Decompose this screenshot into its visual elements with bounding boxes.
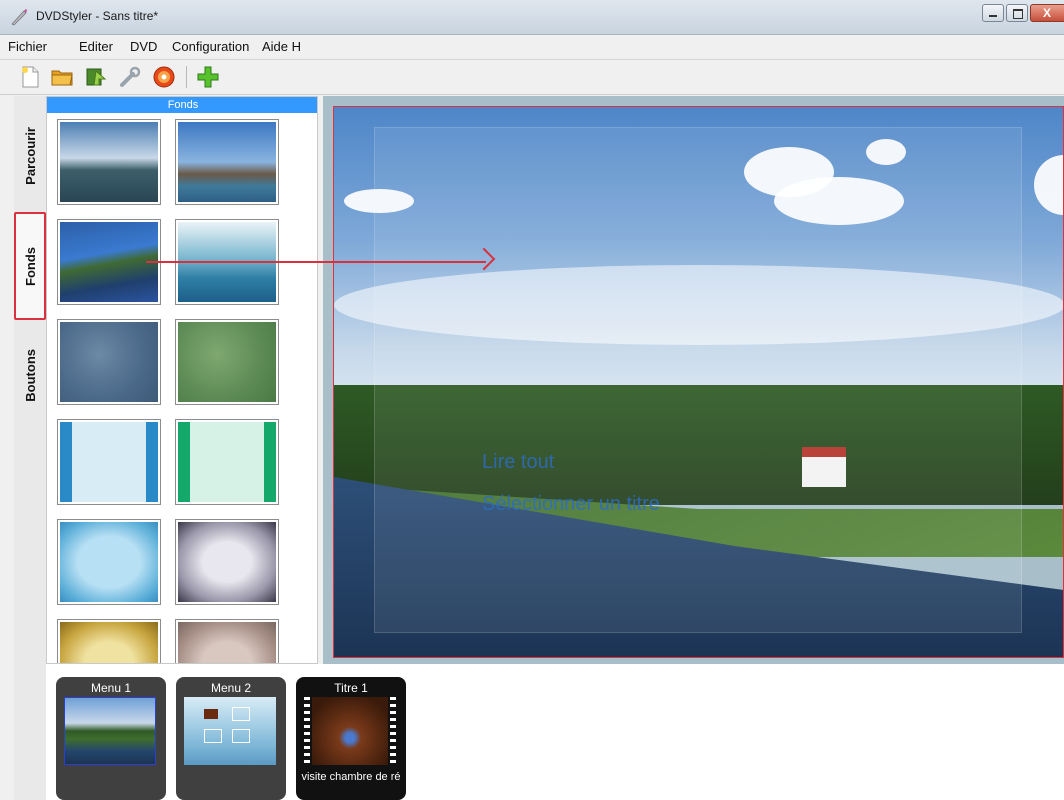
tab-boutons-label: Boutons xyxy=(22,348,38,402)
background-thumbnail[interactable] xyxy=(175,419,279,505)
video-preview xyxy=(204,709,218,719)
settings-wrench-icon[interactable] xyxy=(118,65,142,89)
minimize-button[interactable] xyxy=(982,4,1004,22)
gallery-header: Fonds xyxy=(47,97,317,113)
menu-editer[interactable]: Editer xyxy=(79,39,113,54)
background-thumbnail[interactable] xyxy=(57,619,161,663)
backgrounds-gallery: Fonds ▲ ▼ xyxy=(46,96,318,664)
button-frame xyxy=(204,729,222,743)
dvd-disc-icon[interactable] xyxy=(152,65,176,89)
menu-card-2[interactable]: Menu 2 xyxy=(176,677,286,800)
menu-configuration[interactable]: Configuration xyxy=(172,39,249,54)
menu-editor-area: Lire tout Sélectionner un titre xyxy=(323,96,1064,664)
background-thumbnail[interactable] xyxy=(175,619,279,663)
film-perforation xyxy=(390,697,396,765)
title-card-filename: visite chambre de ré xyxy=(301,771,401,783)
drag-arrow-line xyxy=(146,261,486,263)
tab-fonds[interactable]: Fonds xyxy=(14,212,46,320)
toolbar-separator xyxy=(186,66,187,88)
menu-card-thumbnail xyxy=(64,697,156,765)
menu-button-select-title[interactable]: Sélectionner un titre xyxy=(482,493,660,516)
close-icon: X xyxy=(1043,6,1052,20)
menu-card-label: Menu 2 xyxy=(210,681,252,695)
film-perforation xyxy=(304,697,310,765)
title-bar: DVDStyler - Sans titre* X xyxy=(0,0,1064,35)
safe-area xyxy=(374,127,1022,633)
button-frame xyxy=(232,707,250,721)
window-controls: X xyxy=(982,4,1064,22)
button-frame xyxy=(232,729,250,743)
maximize-button[interactable] xyxy=(1006,4,1028,22)
dvdstyler-app-icon xyxy=(11,9,27,26)
menu-aide[interactable]: Aide H xyxy=(262,39,301,54)
menu-button-play-all[interactable]: Lire tout xyxy=(482,451,554,474)
background-thumbnail[interactable] xyxy=(175,319,279,405)
close-button[interactable]: X xyxy=(1030,4,1064,22)
background-thumbnail[interactable] xyxy=(57,519,161,605)
background-thumbnail[interactable] xyxy=(57,319,161,405)
burn-icon[interactable] xyxy=(84,65,108,89)
open-folder-icon[interactable] xyxy=(50,65,74,89)
title-card-thumbnail xyxy=(312,697,388,765)
new-file-icon[interactable] xyxy=(18,65,42,89)
background-thumbnail[interactable] xyxy=(57,419,161,505)
background-thumbnail[interactable] xyxy=(175,119,279,205)
menu-card-1[interactable]: Menu 1 xyxy=(56,677,166,800)
menu-fichier[interactable]: Fichier xyxy=(8,39,47,54)
menu-canvas[interactable]: Lire tout Sélectionner un titre xyxy=(333,106,1064,658)
tab-parcourir[interactable]: Parcourir xyxy=(14,104,46,208)
add-plus-icon[interactable] xyxy=(196,65,220,89)
window-title: DVDStyler - Sans titre* xyxy=(36,9,159,23)
menu-bar: Fichier Editer DVD Configuration Aide H xyxy=(0,35,1064,60)
sidebar-tabs: Parcourir Fonds Boutons xyxy=(14,96,47,800)
background-thumbnail[interactable] xyxy=(175,519,279,605)
menu-card-thumbnail xyxy=(184,697,276,765)
menu-dvd[interactable]: DVD xyxy=(130,39,157,54)
background-thumbnail[interactable] xyxy=(57,119,161,205)
title-card-label: Titre 1 xyxy=(334,681,368,695)
toolbar xyxy=(0,60,1064,95)
menu-card-label: Menu 1 xyxy=(90,681,132,695)
tab-parcourir-label: Parcourir xyxy=(22,127,38,185)
tab-fonds-label: Fonds xyxy=(22,246,38,286)
tab-boutons[interactable]: Boutons xyxy=(14,332,46,418)
title-card-1[interactable]: Titre 1 visite chambre de ré xyxy=(296,677,406,800)
